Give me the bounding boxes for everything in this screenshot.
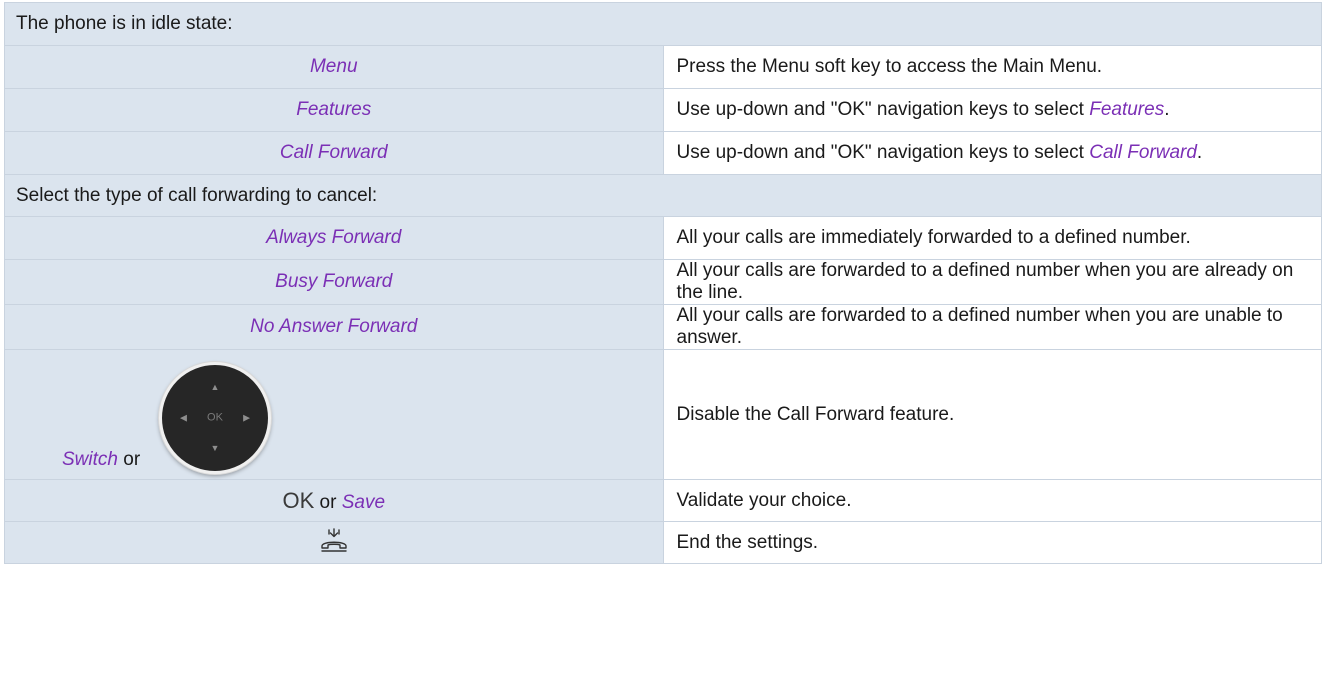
table-row: Switch or ▲ ▼ ◀ ▶ OK Disable the Call Fo…: [4, 349, 1322, 480]
desc-emphasis: Features: [1089, 99, 1165, 120]
row-description: All your calls are forwarded to a define…: [662, 304, 1322, 350]
busy-forward-key-label: Busy Forward: [4, 259, 664, 305]
desc-text: .: [1164, 99, 1170, 120]
nav-right-arrow-icon: ▶: [243, 412, 250, 423]
desc-text: Use up-down and "OK" navigation keys to …: [676, 99, 1090, 120]
row-description: All your calls are forwarded to a define…: [662, 259, 1322, 305]
menu-key-label: Menu: [4, 45, 664, 89]
nav-up-arrow-icon: ▲: [210, 382, 220, 392]
row-description: Disable the Call Forward feature.: [662, 349, 1322, 480]
table-row: No Answer Forward All your calls are for…: [4, 304, 1322, 350]
table-row: Always Forward All your calls are immedi…: [4, 216, 1322, 260]
table-row: Call Forward Use up-down and "OK" naviga…: [4, 131, 1322, 175]
row-description: All your calls are immediately forwarded…: [662, 216, 1322, 260]
desc-text: Use up-down and "OK" navigation keys to …: [676, 142, 1090, 163]
hang-up-icon: [319, 527, 349, 559]
nav-left-arrow-icon: ◀: [180, 412, 187, 423]
or-text: or: [117, 449, 141, 470]
desc-text: .: [1196, 142, 1203, 163]
row-description: Use up-down and "OK" navigation keys to …: [662, 131, 1322, 175]
table-row: Busy Forward All your calls are forwarde…: [4, 259, 1322, 305]
features-key-label: Features: [4, 88, 664, 132]
row-description: End the settings.: [662, 521, 1322, 564]
nav-down-arrow-icon: ▼: [210, 443, 220, 453]
navigation-pad-icon: ▲ ▼ ◀ ▶ OK: [159, 362, 271, 474]
section-heading-idle: The phone is in idle state:: [4, 2, 1322, 46]
row-description: Press the Menu soft key to access the Ma…: [662, 45, 1322, 89]
switch-label: Switch or: [62, 449, 140, 471]
row-description: Validate your choice.: [662, 479, 1322, 522]
nav-ok-label: OK: [207, 411, 223, 424]
call-forward-key-label: Call Forward: [4, 131, 664, 175]
ok-save-key-cell: OK or Save: [4, 479, 664, 522]
row-description: Use up-down and "OK" navigation keys to …: [662, 88, 1322, 132]
table-row: Menu Press the Menu soft key to access t…: [4, 45, 1322, 89]
hang-up-key-cell: [4, 521, 664, 564]
always-forward-key-label: Always Forward: [4, 216, 664, 260]
table-row: Features Use up-down and "OK" navigation…: [4, 88, 1322, 132]
no-answer-forward-key-label: No Answer Forward: [4, 304, 664, 350]
table-row: OK or Save Validate your choice.: [4, 479, 1322, 522]
ok-key-label: OK: [282, 487, 315, 513]
switch-key-label: Switch: [62, 449, 118, 470]
desc-emphasis: Call Forward: [1089, 142, 1197, 163]
or-text: or: [314, 491, 342, 513]
save-key-label: Save: [341, 491, 386, 513]
switch-key-cell: Switch or ▲ ▼ ◀ ▶ OK: [4, 349, 664, 480]
call-forward-instructions-table: The phone is in idle state: Menu Press t…: [4, 2, 1322, 564]
table-row: End the settings.: [4, 521, 1322, 564]
section-heading-forward-type: Select the type of call forwarding to ca…: [4, 174, 1322, 217]
